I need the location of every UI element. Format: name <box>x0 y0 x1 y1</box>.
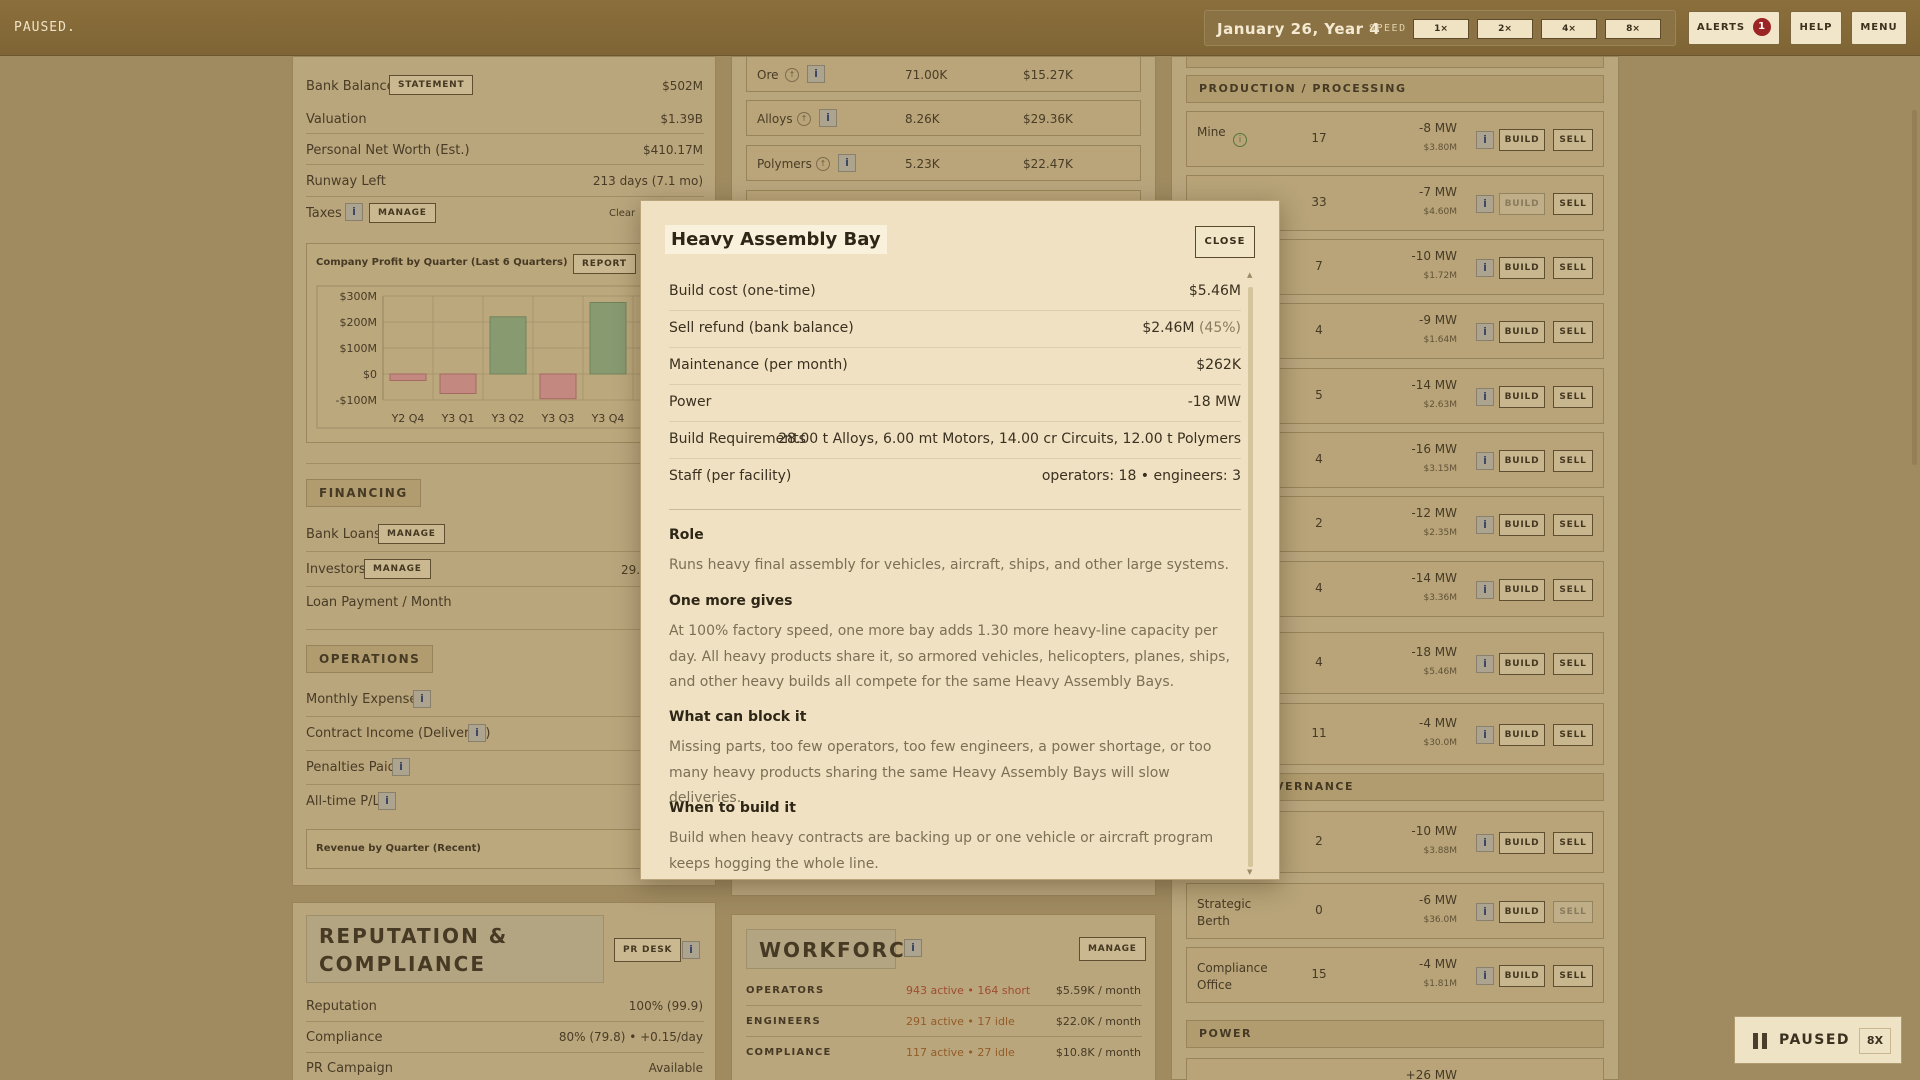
game-date: January 26, Year 4 <box>1217 20 1381 38</box>
gives-text: At 100% factory speed, one more bay adds… <box>669 623 1230 690</box>
pause-status-text: PAUSED. <box>14 20 76 35</box>
modal-row-label: Maintenance (per month) <box>669 357 848 373</box>
modal-row-label: Power <box>669 394 712 410</box>
pause-icon <box>1753 1033 1758 1049</box>
modal-row-value: operators: 18 • engineers: 3 <box>1041 468 1241 484</box>
gives-heading: One more gives <box>669 593 793 609</box>
role-heading: Role <box>669 527 704 543</box>
close-button[interactable]: CLOSE <box>1195 226 1255 258</box>
modal-row-maintenance: Maintenance (per month) $262K <box>669 348 1241 385</box>
help-button[interactable]: HELP <box>1790 11 1842 45</box>
when-text: Build when heavy contracts are backing u… <box>669 830 1214 872</box>
alerts-count-badge: 1 <box>1753 18 1772 36</box>
alerts-label: ALERTS <box>1696 22 1746 33</box>
modal-row-label: Staff (per facility) <box>669 468 792 484</box>
speed-4x-button[interactable]: 4× <box>1541 19 1597 39</box>
modal-row-staff: Staff (per facility) operators: 18 • eng… <box>669 459 1241 496</box>
modal-title: Heavy Assembly Bay <box>665 225 887 254</box>
scroll-down-arrow-icon[interactable]: ▼ <box>1247 868 1252 876</box>
block-heading: What can block it <box>669 709 807 725</box>
modal-row-power: Power -18 MW <box>669 385 1241 422</box>
modal-row-value: 28.00 t Alloys, 6.00 mt Motors, 14.00 cr… <box>778 431 1241 447</box>
modal-scrollbar-thumb[interactable] <box>1248 287 1253 867</box>
modal-row-label: Build cost (one-time) <box>669 283 816 299</box>
speed-2x-button[interactable]: 2× <box>1477 19 1533 39</box>
sell-refund-percent: (45%) <box>1198 320 1241 336</box>
pause-status-pill[interactable]: PAUSED 8X <box>1734 1016 1902 1064</box>
modal-row-value: $262K <box>1196 357 1241 373</box>
modal-row-label: Sell refund (bank balance) <box>669 320 854 336</box>
modal-row-sell-refund: Sell refund (bank balance) $2.46M (45%) <box>669 311 1241 348</box>
speed-indicator: 8X <box>1859 1028 1891 1054</box>
speed-8x-button[interactable]: 8× <box>1605 19 1661 39</box>
modal-row-build-requirements: Build Requirements 28.00 t Alloys, 6.00 … <box>669 422 1241 459</box>
when-heading: When to build it <box>669 800 796 816</box>
menu-button[interactable]: MENU <box>1851 11 1907 45</box>
modal-row-value: $5.46M <box>1188 283 1241 299</box>
paused-pill-label: PAUSED <box>1779 1032 1851 1048</box>
modal-row-build-cost: Build cost (one-time) $5.46M <box>669 274 1241 311</box>
divider <box>669 509 1241 510</box>
speed-label: SPEED <box>1369 23 1407 34</box>
facility-info-modal: Heavy Assembly Bay CLOSE Build cost (one… <box>640 200 1280 880</box>
modal-row-value: -18 MW <box>1187 394 1241 410</box>
sell-refund-amount: $2.46M <box>1142 320 1195 336</box>
alerts-button[interactable]: ALERTS 1 <box>1688 11 1780 45</box>
modal-row-value: $2.46M (45%) <box>1142 320 1241 336</box>
speed-1x-button[interactable]: 1× <box>1413 19 1469 39</box>
top-bar: PAUSED. January 26, Year 4 SPEED 1× 2× 4… <box>0 0 1920 56</box>
pause-icon-bar <box>1762 1033 1767 1049</box>
role-text: Runs heavy final assembly for vehicles, … <box>669 557 1229 573</box>
date-speed-control: January 26, Year 4 SPEED 1× 2× 4× 8× <box>1204 10 1676 46</box>
scroll-up-arrow-icon[interactable]: ▲ <box>1247 271 1252 279</box>
